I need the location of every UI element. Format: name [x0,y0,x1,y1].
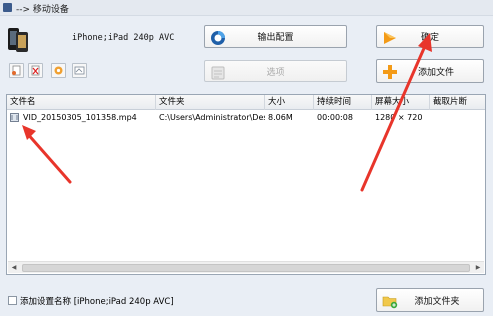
row-size: 8.06M [268,113,293,122]
add-setting-name-label: 添加设置名称 [iPhone;iPad 240p AVC] [20,297,174,307]
table-header: 文件名 文件夹 大小 持续时间 屏幕大小 截取片断 [7,95,485,110]
table-row[interactable]: VID_20150305_101358.mp4 C:\Users\Adminis… [7,111,485,124]
device-profile-label: iPhone;iPad 240p AVC [72,33,175,43]
scroll-left-icon[interactable]: ◀ [8,262,20,274]
window-title: --> 移动设备 [16,5,69,15]
ok-label: 确定 [420,33,439,43]
media-icon [74,66,85,75]
horizontal-scrollbar[interactable]: ◀ ▶ [8,261,484,273]
title-bar: --> 移动设备 [0,0,493,16]
remove-file-button[interactable] [28,63,43,78]
app-icon [3,3,12,12]
options-label: 选项 [266,67,285,78]
options-button[interactable]: 选项 [204,60,347,82]
add-setting-name-checkbox[interactable] [8,296,17,305]
output-config-button[interactable]: 输出配置 [204,25,347,48]
add-folder-button[interactable]: 添加文件夹 [376,288,484,312]
add-file-label: 添加文件 [417,67,454,78]
row-file-name: VID_20150305_101358.mp4 [23,113,137,122]
gear-icon [54,66,63,75]
file-table: 文件名 文件夹 大小 持续时间 屏幕大小 截取片断 VID_20150305_1… [6,94,486,275]
column-header-folder[interactable]: 文件夹 [156,95,265,110]
row-screen-size: 1280 × 720 [375,113,423,122]
column-header-duration[interactable]: 持续时间 [314,95,372,110]
media-info-button[interactable] [72,63,87,78]
ok-button[interactable]: 确定 [376,25,484,48]
column-header-name[interactable]: 文件名 [7,95,156,110]
row-clip [430,111,487,124]
column-header-size[interactable]: 大小 [265,95,314,110]
add-file-button[interactable]: 添加文件 [376,59,484,83]
remove-icon [31,65,40,76]
scrollbar-thumb[interactable] [22,264,470,272]
add-folder-label: 添加文件夹 [414,296,460,307]
output-config-label: 输出配置 [257,33,294,43]
column-header-screen-size[interactable]: 屏幕大小 [372,95,430,110]
phone-device-icon [8,28,28,52]
row-folder: C:\Users\Administrator\Des... [159,113,265,122]
file-icon [12,65,21,76]
row-duration: 00:00:08 [317,113,353,122]
column-header-clip[interactable]: 截取片断 [430,95,487,110]
settings-button[interactable] [51,63,66,78]
file-add-button[interactable] [9,63,24,78]
scroll-right-icon[interactable]: ▶ [472,262,484,274]
video-file-icon [10,113,19,122]
